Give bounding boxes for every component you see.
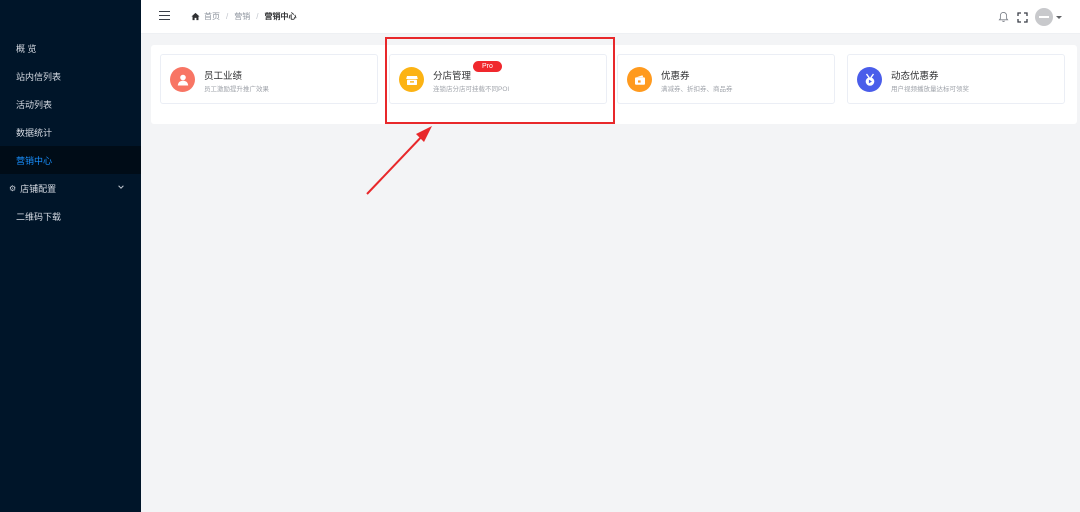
breadcrumb-current: 营销中心: [264, 12, 297, 21]
gear-icon: ⚙: [9, 183, 17, 193]
card-title: 动态优惠券: [891, 71, 939, 82]
breadcrumb-marketing[interactable]: 营销: [234, 11, 250, 22]
chevron-down-icon[interactable]: [117, 183, 125, 191]
sidebar-item-label: 营销中心: [16, 155, 53, 166]
card-description: 员工激励提升推广效果: [204, 86, 269, 93]
card-title: 员工业绩: [204, 71, 243, 82]
sidebar-item-label: 店铺配置: [20, 183, 57, 194]
sidebar-item-label: 活动列表: [16, 99, 53, 110]
wallet-icon: [627, 67, 652, 92]
sidebar-item-label: 站内信列表: [16, 71, 62, 82]
breadcrumb-home[interactable]: 首页: [204, 11, 220, 22]
sidebar-item-label: 概 览: [16, 43, 37, 54]
sidebar-item-label: 二维码下载: [16, 211, 62, 222]
card-description: 用户视频播放量达标可领奖: [891, 86, 969, 93]
sidebar-item-store-config[interactable]: ⚙ 店铺配置: [0, 174, 141, 202]
card-employee-performance[interactable]: 员工业绩 员工激励提升推广效果: [160, 54, 378, 104]
caret-down-icon[interactable]: [1056, 15, 1062, 19]
sidebar-item-activities[interactable]: 活动列表: [0, 90, 141, 118]
medal-play-icon: [857, 67, 882, 92]
header-actions: [998, 8, 1062, 26]
fullscreen-icon[interactable]: [1017, 11, 1028, 23]
top-header: 首页 / 营销 / 营销中心: [141, 0, 1080, 34]
sidebar-item-overview[interactable]: 概 览: [0, 34, 141, 62]
card-description: 满减券、折扣券、商品券: [661, 86, 733, 93]
breadcrumb-separator: /: [226, 12, 229, 21]
sidebar-item-label: 数据统计: [16, 127, 53, 138]
breadcrumb-separator: /: [256, 12, 259, 21]
annotation-highlight-box: [385, 37, 615, 124]
menu-toggle-icon[interactable]: [159, 11, 170, 20]
bell-icon[interactable]: [998, 11, 1009, 23]
sidebar-item-messages[interactable]: 站内信列表: [0, 62, 141, 90]
annotation-arrow: [366, 126, 432, 195]
sidebar-item-marketing-center[interactable]: 营销中心: [0, 146, 141, 174]
sidebar-item-statistics[interactable]: 数据统计: [0, 118, 141, 146]
user-icon: [170, 67, 195, 92]
card-dynamic-coupon[interactable]: 动态优惠券 用户视频播放量达标可领奖: [847, 54, 1065, 104]
breadcrumb: 首页 / 营销 / 营销中心: [191, 11, 296, 22]
home-icon: [191, 12, 200, 21]
avatar[interactable]: [1035, 8, 1053, 26]
sidebar-item-qrcode-download[interactable]: 二维码下载: [0, 202, 141, 230]
sidebar: 概 览 站内信列表 活动列表 数据统计 营销中心 ⚙ 店铺配置 二维码下载: [0, 0, 141, 512]
card-title: 优惠券: [661, 71, 690, 82]
sidebar-menu: 概 览 站内信列表 活动列表 数据统计 营销中心 ⚙ 店铺配置 二维码下载: [0, 34, 141, 230]
card-coupon[interactable]: 优惠券 满减券、折扣券、商品券: [617, 54, 835, 104]
